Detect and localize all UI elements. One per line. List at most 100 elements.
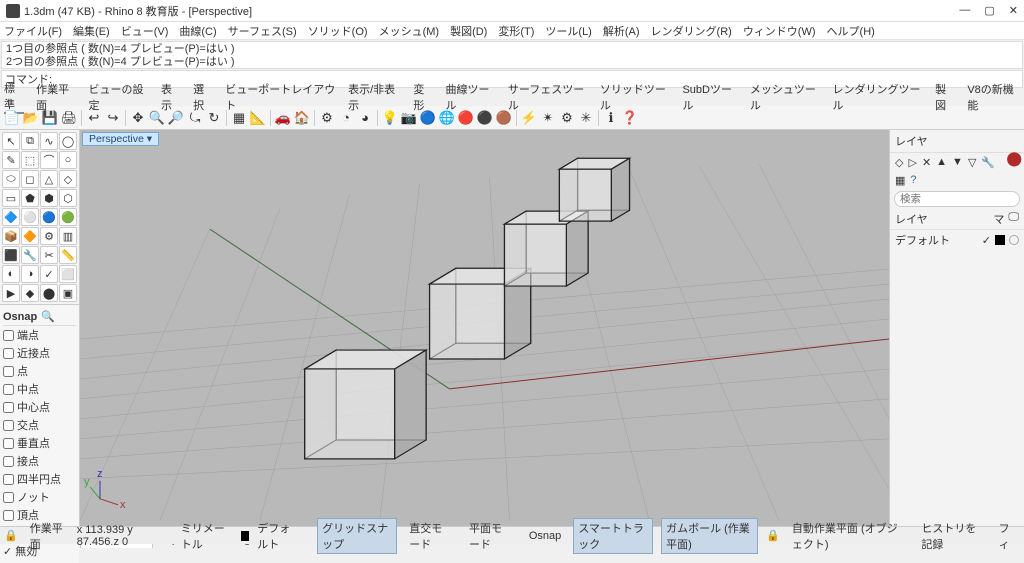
tool-button[interactable]: ∿	[40, 132, 58, 150]
osnap-item[interactable]: 近接点	[3, 344, 76, 362]
toolbar-button[interactable]: 🔎	[167, 109, 185, 127]
tool-button[interactable]: ◆	[21, 284, 39, 302]
osnap-checkbox[interactable]	[3, 366, 14, 377]
osnap-checkbox[interactable]	[3, 456, 14, 467]
tool-button[interactable]: ◻	[21, 170, 39, 188]
tool-button[interactable]: ⌒	[40, 151, 58, 169]
osnap-checkbox[interactable]	[3, 438, 14, 449]
osnap-item[interactable]: 四半円点	[3, 470, 76, 488]
maximize-icon[interactable]: ▢	[984, 4, 994, 17]
osnap-filter-icon[interactable]: 🔍	[41, 310, 55, 323]
osnap-item[interactable]: ノット	[3, 488, 76, 506]
status-layer-swatch[interactable]	[241, 531, 249, 541]
tool-button[interactable]: ⬡	[59, 189, 77, 207]
lock-icon[interactable]: 🔒	[766, 529, 780, 542]
layer-row[interactable]: デフォルト ✓	[890, 230, 1024, 250]
menu-item[interactable]: ヘルプ(H)	[827, 23, 875, 39]
delete-layer-icon[interactable]: ✕	[922, 156, 931, 169]
tool-button[interactable]: ▶	[2, 284, 20, 302]
toolbar-button[interactable]: ✴	[539, 109, 557, 127]
menu-item[interactable]: ソリッド(O)	[308, 23, 368, 39]
toolbar-button[interactable]: 💾	[41, 109, 59, 127]
tool-button[interactable]: 📏	[59, 246, 77, 264]
toolbar-button[interactable]: 📄	[3, 109, 21, 127]
osnap-checkbox[interactable]	[3, 384, 14, 395]
toolbar-button[interactable]: 💡	[381, 109, 399, 127]
tool-button[interactable]: 🔷	[2, 208, 20, 226]
menu-item[interactable]: 製図(D)	[450, 23, 487, 39]
close-icon[interactable]: ✕	[1009, 4, 1018, 17]
toolbar-button[interactable]: ◔	[337, 109, 355, 127]
layer-search-input[interactable]	[894, 191, 1020, 207]
status-history[interactable]: ヒストリを記録	[917, 519, 986, 553]
tool-button[interactable]: ✂	[40, 246, 58, 264]
toolbar-button[interactable]: ▦	[230, 109, 248, 127]
toolbar-button[interactable]: 📷	[400, 109, 418, 127]
toolbar-tab[interactable]: 製図	[935, 81, 955, 113]
toolbar-button[interactable]: ↪	[104, 109, 122, 127]
osnap-item[interactable]: 中心点	[3, 398, 76, 416]
tool-button[interactable]: 🔶	[21, 227, 39, 245]
tool-button[interactable]: ✓	[40, 265, 58, 283]
toolbar-button[interactable]: 🟤	[495, 109, 513, 127]
minimize-icon[interactable]: —	[959, 4, 970, 17]
monitor-icon[interactable]: 🖵	[1008, 211, 1019, 227]
toolbar-button[interactable]: 🔍	[148, 109, 166, 127]
tool-button[interactable]: ⬟	[21, 189, 39, 207]
grid-icon[interactable]: ▦	[895, 174, 905, 187]
toolbar-button[interactable]: 🔵	[419, 109, 437, 127]
toolbar-button[interactable]: ⚙	[318, 109, 336, 127]
menu-item[interactable]: ファイル(F)	[4, 23, 62, 39]
record-icon[interactable]: ⬤	[1006, 150, 1022, 167]
toolbar-button[interactable]: ℹ	[602, 109, 620, 127]
toolbar-button[interactable]: ⚡	[520, 109, 538, 127]
toolbar-tab[interactable]: レンダリングツール	[832, 81, 923, 113]
osnap-checkbox[interactable]	[3, 420, 14, 431]
new-layer-icon[interactable]: ◇	[895, 156, 903, 169]
tool-button[interactable]: ⚙	[40, 227, 58, 245]
toolbar-button[interactable]: 🌐	[438, 109, 456, 127]
osnap-item[interactable]: 中点	[3, 380, 76, 398]
toolbar-button[interactable]: ✥	[129, 109, 147, 127]
tool-button[interactable]: ⬢	[40, 189, 58, 207]
toolbar-button[interactable]: ◕	[356, 109, 374, 127]
tool-icon[interactable]: 🔧	[981, 156, 995, 169]
osnap-checkbox[interactable]	[3, 510, 14, 521]
status-layer[interactable]: デフォルト	[257, 520, 301, 552]
osnap-item[interactable]: 垂直点	[3, 434, 76, 452]
layer-up-icon[interactable]: ▲	[936, 156, 947, 169]
status-autocplane[interactable]: 自動作業平面 (オブジェクト)	[788, 519, 909, 553]
menu-item[interactable]: レンダリング(R)	[651, 23, 732, 39]
layer-color-swatch[interactable]	[995, 235, 1005, 245]
toolbar-tab[interactable]: V8の新機能	[967, 81, 1020, 113]
osnap-checkbox[interactable]	[3, 492, 14, 503]
tool-button[interactable]: ⚪	[21, 208, 39, 226]
menu-item[interactable]: ビュー(V)	[121, 23, 169, 39]
menu-item[interactable]: 変形(T)	[498, 23, 534, 39]
toolbar-button[interactable]: 📂	[22, 109, 40, 127]
toolbar-button[interactable]: ❓	[621, 109, 639, 127]
tool-button[interactable]: ✎	[2, 151, 20, 169]
tool-button[interactable]: ▥	[59, 227, 77, 245]
toolbar-button[interactable]: ⤿	[186, 109, 204, 127]
toolbar-tab[interactable]: メッシュツール	[750, 81, 821, 113]
status-gridsnap[interactable]: グリッドスナップ	[317, 518, 397, 554]
tool-button[interactable]: ▣	[59, 284, 77, 302]
tool-button[interactable]: ⬭	[2, 170, 20, 188]
toolbar-button[interactable]: ✳	[577, 109, 595, 127]
menu-item[interactable]: 解析(A)	[603, 23, 640, 39]
status-filter[interactable]: フィ	[995, 519, 1020, 553]
menu-item[interactable]: 編集(E)	[73, 23, 110, 39]
status-ortho[interactable]: 直交モード	[405, 519, 457, 553]
osnap-item[interactable]: 点	[3, 362, 76, 380]
osnap-item[interactable]: 端点	[3, 326, 76, 344]
status-smarttrack[interactable]: スマートトラック	[573, 518, 653, 554]
viewport-label[interactable]: Perspective ▾	[82, 132, 159, 146]
menu-item[interactable]: サーフェス(S)	[228, 23, 297, 39]
toolbar-button[interactable]: 📐	[249, 109, 267, 127]
menu-item[interactable]: ウィンドウ(W)	[743, 23, 816, 39]
osnap-checkbox[interactable]	[3, 474, 14, 485]
toolbar-button[interactable]: ↩	[85, 109, 103, 127]
menu-item[interactable]: 曲線(C)	[179, 23, 216, 39]
status-cplane[interactable]: 作業平面	[26, 519, 69, 553]
